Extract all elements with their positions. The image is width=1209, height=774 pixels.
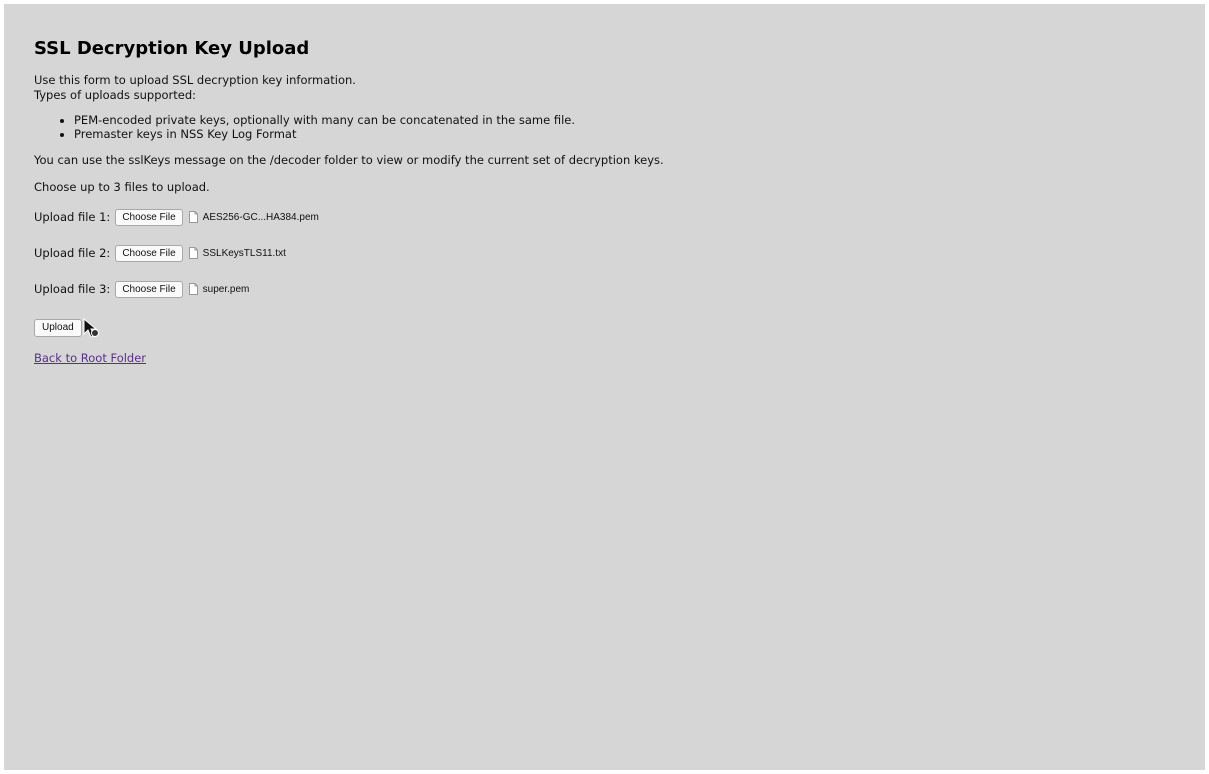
instruction-text: Choose up to 3 files to upload. bbox=[34, 180, 210, 194]
busy-cursor-icon bbox=[83, 318, 99, 338]
page-content: SSL Decryption Key Upload Use this form … bbox=[4, 4, 1205, 770]
intro-text: Use this form to upload SSL decryption k… bbox=[34, 73, 1175, 103]
file-icon bbox=[188, 283, 198, 295]
upload-row-1: Upload file 1: Choose File AES256-GC...H… bbox=[34, 207, 1175, 227]
choose-file-1-button[interactable]: Choose File bbox=[115, 208, 183, 226]
upload-button[interactable]: Upload bbox=[34, 318, 82, 337]
choose-file-3-button[interactable]: Choose File bbox=[115, 280, 183, 298]
upload-button-wrap: Upload bbox=[34, 315, 99, 345]
file-2-name: SSLKeysTLS11.txt bbox=[202, 247, 286, 259]
intro-line-1: Use this form to upload SSL decryption k… bbox=[34, 73, 356, 87]
list-item: Premaster keys in NSS Key Log Format bbox=[74, 127, 1175, 141]
intro-line-2: Types of uploads supported: bbox=[34, 88, 197, 102]
upload-file-1-label: Upload file 1: bbox=[34, 210, 111, 224]
list-item: PEM-encoded private keys, optionally wit… bbox=[74, 113, 1175, 127]
upload-row-2: Upload file 2: Choose File SSLKeysTLS11.… bbox=[34, 243, 1175, 263]
file-1-name: AES256-GC...HA384.pem bbox=[202, 211, 319, 223]
file-icon bbox=[188, 247, 198, 259]
page-title: SSL Decryption Key Upload bbox=[34, 38, 310, 59]
upload-file-3-label: Upload file 3: bbox=[34, 282, 111, 296]
file-3-name: super.pem bbox=[202, 283, 250, 295]
upload-file-2-label: Upload file 2: bbox=[34, 246, 111, 260]
upload-types-list: PEM-encoded private keys, optionally wit… bbox=[34, 113, 1175, 141]
info-text: You can use the sslKeys message on the /… bbox=[34, 153, 664, 167]
upload-row-3: Upload file 3: Choose File super.pem bbox=[34, 279, 1175, 299]
file-icon bbox=[188, 211, 198, 223]
back-to-root-link[interactable]: Back to Root Folder bbox=[34, 351, 1175, 365]
choose-file-2-button[interactable]: Choose File bbox=[115, 244, 183, 262]
